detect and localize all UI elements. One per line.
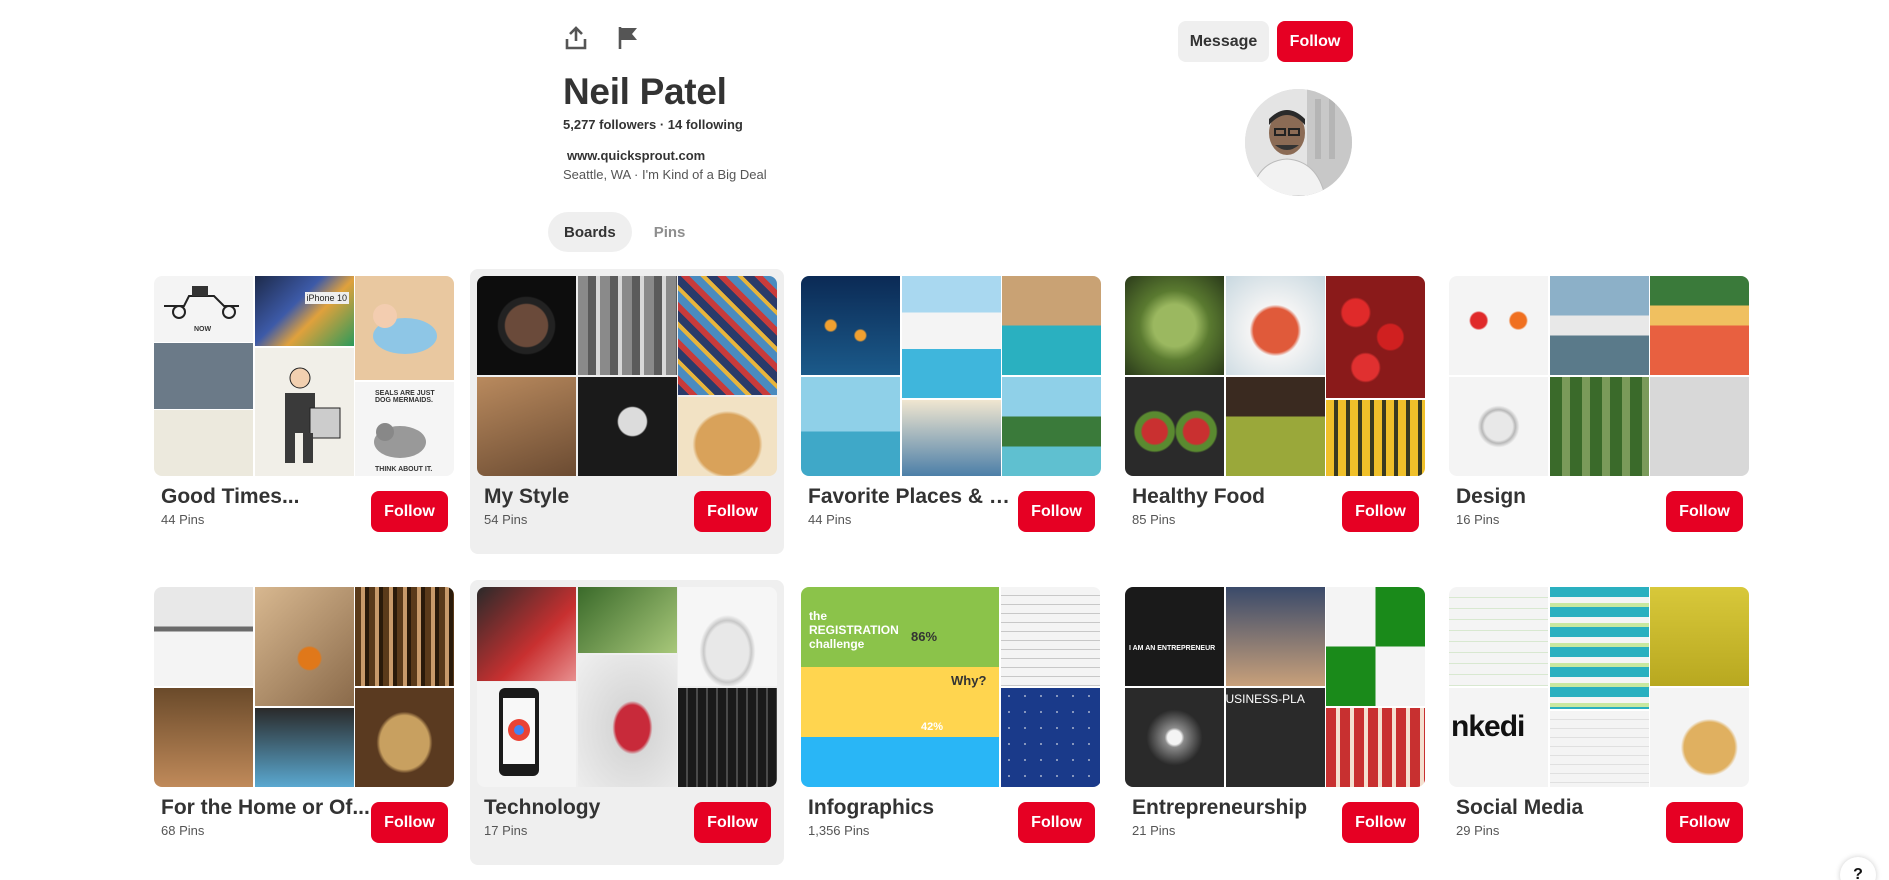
tab-boards[interactable]: Boards — [548, 212, 632, 252]
board-follow-button[interactable]: Follow — [1666, 802, 1743, 843]
board-pin-count: 16 Pins — [1456, 512, 1500, 527]
board-card-entrepreneurship[interactable]: I AM AN ENTREPRENEUR USINESS-PLA Entrepr… — [1118, 580, 1432, 865]
board-cover — [477, 587, 777, 787]
help-button[interactable]: ? — [1840, 857, 1876, 880]
board-card-social-media[interactable]: nkedi Social Media 29 Pins Follow — [1442, 580, 1756, 865]
board-pin-count: 21 Pins — [1132, 823, 1176, 838]
board-title: Good Times... — [161, 485, 300, 508]
board-cover — [477, 276, 777, 476]
board-cover: I AM AN ENTREPRENEUR USINESS-PLA — [1125, 587, 1425, 787]
board-follow-button[interactable]: Follow — [1018, 802, 1095, 843]
board-follow-button[interactable]: Follow — [1342, 802, 1419, 843]
board-cover: the REGISTRATION challenge 86% Why? 42% — [801, 587, 1101, 787]
board-cover: NOW iPhone 10 SEALS ARE JUST DOG MERMAID… — [154, 276, 454, 476]
board-card-technology[interactable]: Technology 17 Pins Follow — [470, 580, 784, 865]
board-card-design[interactable]: Design 16 Pins Follow — [1442, 269, 1756, 554]
board-card-favorite-places[interactable]: Favorite Places & S... 44 Pins Follow — [794, 269, 1108, 554]
avatar — [1245, 89, 1352, 196]
board-pin-count: 44 Pins — [808, 512, 852, 527]
board-follow-button[interactable]: Follow — [1342, 491, 1419, 532]
message-button[interactable]: Message — [1178, 21, 1269, 62]
board-pin-count: 85 Pins — [1132, 512, 1176, 527]
cover-text: NOW — [194, 326, 212, 333]
board-card-healthy-food[interactable]: Healthy Food 85 Pins Follow — [1118, 269, 1432, 554]
flag-icon[interactable] — [615, 24, 641, 52]
board-title: Social Media — [1456, 796, 1584, 819]
board-pin-count: 1,356 Pins — [808, 823, 870, 838]
board-cover — [1449, 276, 1749, 476]
cover-text: iPhone 10 — [304, 292, 350, 304]
board-title: Technology — [484, 796, 601, 819]
cover-text: I AM AN ENTREPRENEUR — [1129, 645, 1216, 652]
cover-text: nkedi — [1451, 709, 1525, 743]
location-about: Seattle, WA · I'm Kind of a Big Deal — [563, 167, 767, 182]
share-icon[interactable] — [563, 24, 589, 52]
board-title: Infographics — [808, 796, 935, 819]
cover-text: THINK ABOUT IT. — [375, 465, 433, 473]
board-card-my-style[interactable]: My Style 54 Pins Follow — [470, 269, 784, 554]
board-pin-count: 44 Pins — [161, 512, 205, 527]
board-card-good-times[interactable]: NOW iPhone 10 SEALS ARE JUST DOG MERMAID… — [147, 269, 461, 554]
board-follow-button[interactable]: Follow — [371, 802, 448, 843]
board-follow-button[interactable]: Follow — [1666, 491, 1743, 532]
board-cover: nkedi — [1449, 587, 1749, 787]
follow-profile-button[interactable]: Follow — [1277, 21, 1353, 62]
cover-text: 86% — [911, 629, 938, 644]
board-pin-count: 17 Pins — [484, 823, 528, 838]
board-title: Entrepreneurship — [1132, 796, 1308, 819]
board-follow-button[interactable]: Follow — [694, 802, 771, 843]
board-card-home-office[interactable]: For the Home or Of... 68 Pins Follow — [147, 580, 461, 865]
board-pin-count: 68 Pins — [161, 823, 205, 838]
board-title: Healthy Food — [1132, 485, 1266, 508]
board-pin-count: 29 Pins — [1456, 823, 1500, 838]
board-follow-button[interactable]: Follow — [1018, 491, 1095, 532]
cover-text: Why? — [951, 673, 987, 688]
cover-text: the REGISTRATION challenge — [809, 609, 899, 651]
board-title: For the Home or Of... — [161, 796, 370, 819]
cover-text: 42% — [921, 721, 944, 733]
profile-name: Neil Patel — [563, 71, 727, 112]
board-card-infographics[interactable]: the REGISTRATION challenge 86% Why? 42% … — [794, 580, 1108, 865]
board-title: Favorite Places & S... — [808, 485, 1018, 508]
board-follow-button[interactable]: Follow — [694, 491, 771, 532]
follower-stats[interactable]: 5,277 followers · 14 following — [563, 117, 743, 132]
board-title: My Style — [484, 485, 570, 508]
board-title: Design — [1456, 485, 1527, 508]
board-cover — [154, 587, 454, 787]
board-cover — [801, 276, 1101, 476]
website-link[interactable]: www.quicksprout.com — [567, 148, 705, 163]
tab-pins[interactable]: Pins — [638, 212, 702, 252]
board-follow-button[interactable]: Follow — [371, 491, 448, 532]
board-cover — [1125, 276, 1425, 476]
board-pin-count: 54 Pins — [484, 512, 528, 527]
cover-text: USINESS-PLA — [1225, 691, 1305, 706]
profile-actions — [563, 24, 641, 52]
